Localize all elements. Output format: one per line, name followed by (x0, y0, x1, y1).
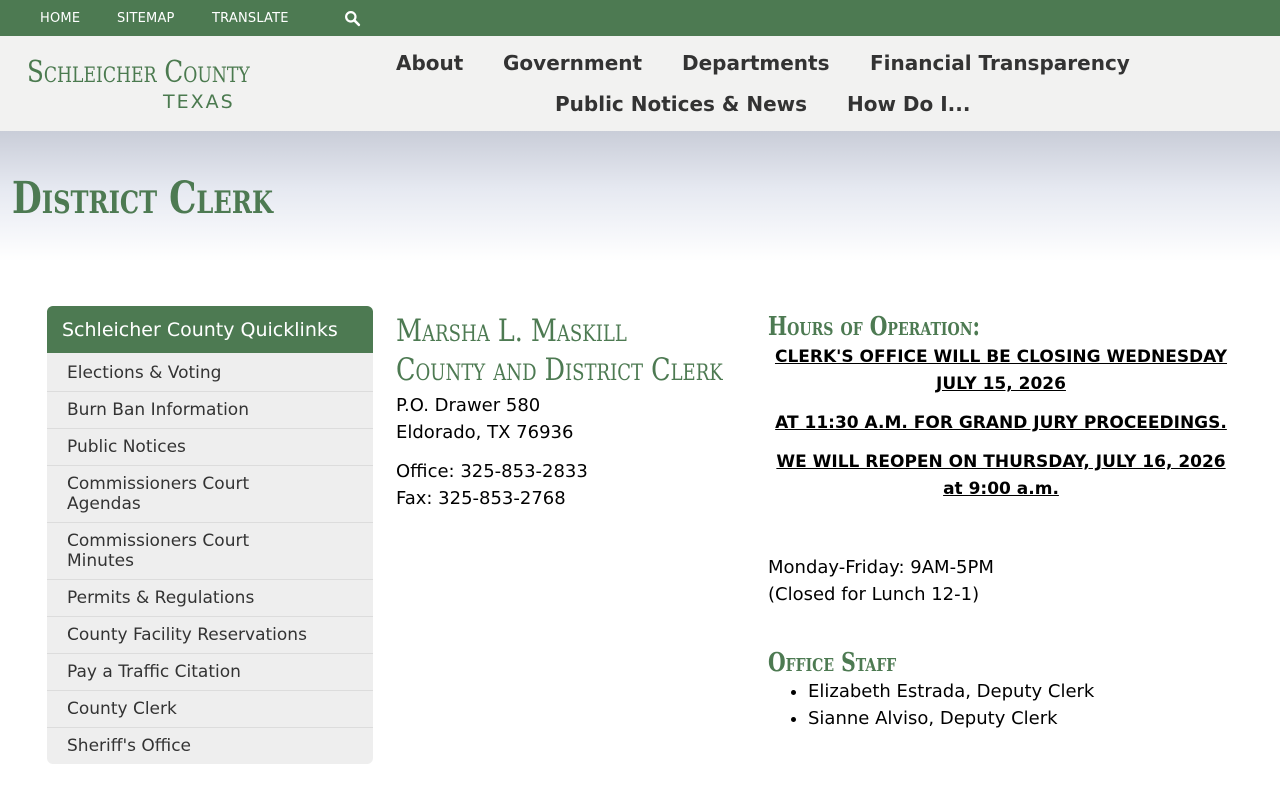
clerk-role: County and District Clerk (396, 352, 723, 388)
quicklink-label[interactable]: Commissioners Court Agendas (67, 474, 307, 514)
lunch-hours: (Closed for Lunch 12-1) (768, 584, 980, 605)
utility-bar: HOME SITEMAP TRANSLATE (0, 0, 1280, 36)
quicklink-label[interactable]: County Clerk (67, 699, 307, 719)
quicklink-label[interactable]: Burn Ban Information (67, 400, 307, 420)
quicklinks-list: Elections & Voting Burn Ban Information … (47, 353, 373, 764)
quicklink-label[interactable]: Public Notices (67, 437, 307, 457)
nav-financial-transparency[interactable]: Financial Transparency (870, 51, 1130, 75)
home-link[interactable]: HOME (40, 11, 80, 26)
quicklink-facility-reservations[interactable]: County Facility Reservations (47, 616, 373, 653)
quicklink-elections-voting[interactable]: Elections & Voting (47, 355, 373, 391)
site-logo-state[interactable]: TEXAS (163, 91, 235, 113)
grand-jury-notice: AT 11:30 A.M. FOR GRAND JURY PROCEEDINGS… (775, 413, 1227, 433)
quicklink-label[interactable]: Commissioners Court Minutes (67, 531, 307, 571)
nav-about[interactable]: About (396, 51, 463, 75)
quicklink-label[interactable]: Permits & Regulations (67, 588, 307, 608)
quicklink-traffic-citation[interactable]: Pay a Traffic Citation (47, 653, 373, 690)
office-phone: Office: 325-853-2833 (396, 461, 588, 482)
quicklink-label[interactable]: County Facility Reservations (67, 625, 307, 645)
quicklink-county-clerk[interactable]: County Clerk (47, 690, 373, 727)
staff-list: Elizabeth Estrada, Deputy Clerk Sianne A… (768, 678, 1234, 732)
quicklink-public-notices[interactable]: Public Notices (47, 428, 373, 465)
quicklink-label[interactable]: Pay a Traffic Citation (67, 662, 307, 682)
quicklink-label[interactable]: Elections & Voting (67, 363, 307, 383)
quicklink-label[interactable]: Sheriff's Office (67, 736, 307, 756)
quicklink-burn-ban[interactable]: Burn Ban Information (47, 391, 373, 428)
site-logo[interactable]: Schleicher County (27, 55, 250, 90)
clerk-contact: Marsha L. Maskill County and District Cl… (396, 312, 736, 512)
site-header: Schleicher County TEXAS About Government… (0, 36, 1280, 131)
staff-member: Elizabeth Estrada, Deputy Clerk (808, 678, 1234, 705)
translate-link[interactable]: TRANSLATE (212, 11, 289, 26)
quicklink-commissioners-minutes[interactable]: Commissioners Court Minutes (47, 522, 373, 579)
office-hours: Monday-Friday: 9AM-5PM (768, 557, 994, 578)
clerk-name: Marsha L. Maskill (396, 313, 627, 349)
reopen-notice: WE WILL REOPEN ON THURSDAY, JULY 16, 202… (776, 452, 1226, 499)
quicklink-commissioners-agendas[interactable]: Commissioners Court Agendas (47, 465, 373, 522)
closing-notice: CLERK'S OFFICE WILL BE CLOSING WEDNESDAY… (774, 347, 1228, 394)
page-title: District Clerk (12, 173, 273, 224)
sitemap-link[interactable]: SITEMAP (117, 11, 175, 26)
nav-government[interactable]: Government (503, 51, 642, 75)
address-line-2: Eldorado, TX 76936 (396, 422, 574, 443)
page-banner: District Clerk (0, 131, 1280, 261)
hours-heading: Hours of Operation: (768, 312, 981, 342)
hours-section: Hours of Operation: CLERK'S OFFICE WILL … (768, 312, 1234, 732)
quicklinks-title: Schleicher County Quicklinks (47, 306, 373, 353)
quicklink-sheriffs-office[interactable]: Sheriff's Office (47, 727, 373, 764)
quicklink-permits-regulations[interactable]: Permits & Regulations (47, 579, 373, 616)
staff-heading: Office Staff (768, 648, 897, 678)
quicklinks-panel: Schleicher County Quicklinks Elections &… (47, 306, 373, 764)
fax-number: Fax: 325-853-2768 (396, 488, 566, 509)
search-icon[interactable] (344, 10, 361, 27)
nav-public-notices-news[interactable]: Public Notices & News (555, 92, 807, 116)
staff-member: Sianne Alviso, Deputy Clerk (808, 705, 1234, 732)
nav-how-do-i[interactable]: How Do I... (847, 92, 970, 116)
nav-departments[interactable]: Departments (682, 51, 830, 75)
address-line-1: P.O. Drawer 580 (396, 395, 541, 416)
